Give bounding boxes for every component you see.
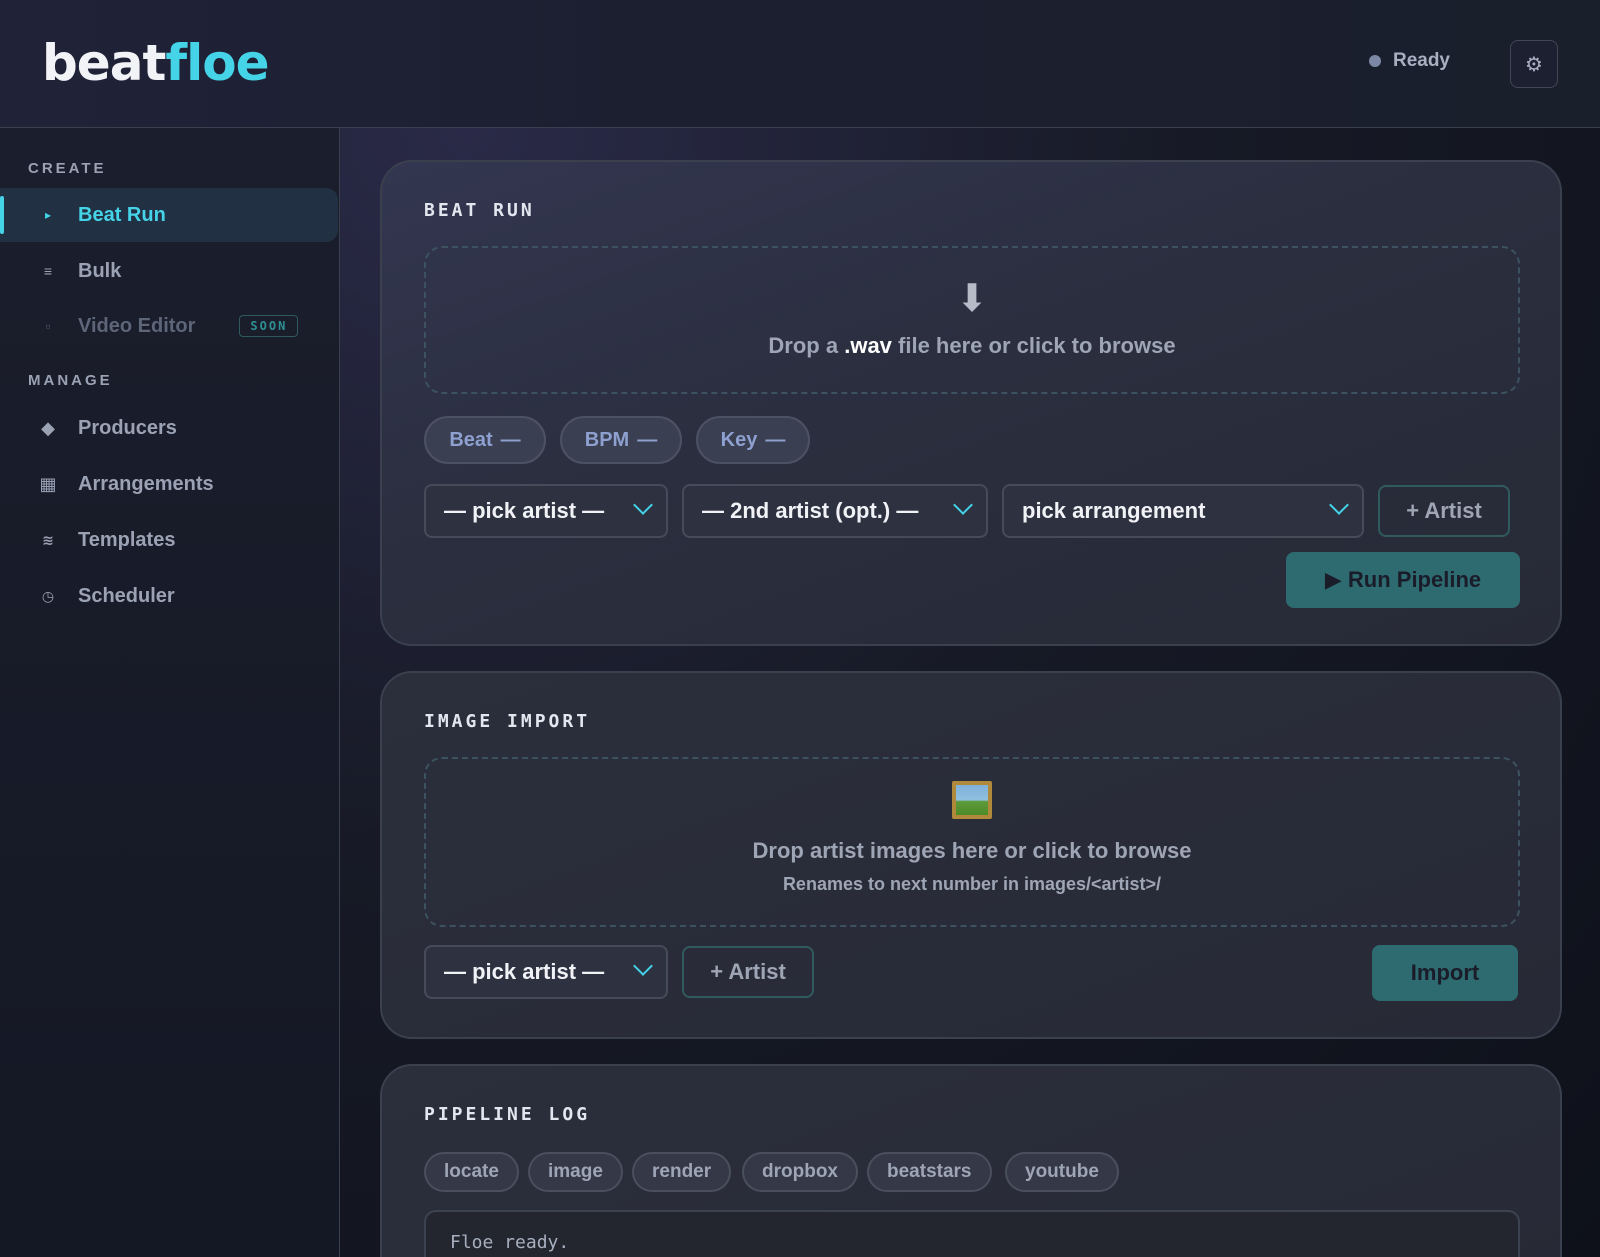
clock-icon: ◷: [41, 587, 55, 604]
list-icon: ≡: [43, 263, 53, 279]
sidebar-item-label: Video Editor: [78, 314, 196, 337]
arrangement-select[interactable]: pick arrangement: [1002, 484, 1364, 538]
sidebar-item-beat-run[interactable]: ▸ Beat Run: [0, 188, 338, 242]
sidebar: CREATE ▸ Beat Run ≡ Bulk ▫ Video Editor …: [0, 128, 340, 1257]
drop-text-ext: .wav: [844, 333, 892, 358]
pill-value: —: [500, 428, 521, 451]
sidebar-item-arrangements[interactable]: ▦ Arrangements: [0, 457, 338, 511]
chevron-down-icon: [1329, 495, 1349, 515]
drop-zone-text: Drop artist images here or click to brow…: [752, 838, 1192, 863]
sidebar-item-label: Scheduler: [78, 584, 175, 607]
play-icon: ▸: [44, 208, 52, 222]
soon-badge: SOON: [239, 315, 299, 337]
drop-zone-subtext: Renames to next number in images/<artist…: [782, 874, 1162, 894]
artist-select-value: — pick artist —: [444, 498, 605, 523]
pipeline-log-output[interactable]: Floe ready.: [424, 1210, 1520, 1257]
stage-chip-beatstars: beatstars: [867, 1152, 992, 1192]
wave-icon: ≋: [42, 531, 54, 548]
beat-run-card: BEAT RUN ⬇ Drop a .wav file here or clic…: [380, 160, 1562, 646]
stage-chip-image: image: [528, 1152, 623, 1192]
second-artist-select-value: — 2nd artist (opt.) —: [702, 498, 919, 523]
run-pipeline-button[interactable]: ▶ Run Pipeline: [1286, 552, 1520, 608]
gear-icon: ⚙: [1525, 53, 1543, 76]
import-artist-select[interactable]: — pick artist —: [424, 945, 668, 999]
framed-picture-icon: [952, 781, 992, 819]
pill-label: BPM: [584, 428, 630, 451]
sidebar-item-label: Bulk: [78, 259, 122, 282]
import-button[interactable]: Import: [1372, 945, 1518, 1001]
add-artist-button[interactable]: + Artist: [682, 946, 814, 998]
status-dot-icon: [1368, 55, 1381, 67]
chevron-down-icon: [633, 956, 653, 976]
main-content: BEAT RUN ⬇ Drop a .wav file here or clic…: [340, 128, 1600, 1257]
logo-part-beat: beat: [42, 34, 166, 92]
sidebar-item-label: Templates: [78, 528, 176, 551]
image-drop-zone[interactable]: Drop artist images here or click to brow…: [424, 757, 1520, 927]
logo-part-floe: floe: [165, 34, 269, 92]
card-title: PIPELINE LOG: [424, 1104, 591, 1125]
second-artist-select[interactable]: — 2nd artist (opt.) —: [682, 484, 988, 538]
pill-label: Beat: [449, 428, 493, 451]
app-logo[interactable]: beatfloe: [42, 34, 270, 92]
beat-info-pill: Beat —: [424, 416, 546, 464]
download-arrow-icon: ⬇: [956, 278, 988, 320]
arrangement-select-value: pick arrangement: [1022, 498, 1206, 523]
sidebar-item-scheduler[interactable]: ◷ Scheduler: [0, 569, 338, 623]
bpm-info-pill: BPM —: [560, 416, 682, 464]
drop-text-prefix: Drop a: [768, 333, 845, 358]
pill-value: —: [637, 428, 658, 451]
status-indicator: Ready: [1368, 50, 1450, 72]
sidebar-section-manage: MANAGE: [28, 372, 113, 389]
diamond-icon: ◆: [41, 417, 55, 438]
sidebar-item-bulk[interactable]: ≡ Bulk: [0, 244, 338, 298]
chevron-down-icon: [633, 495, 653, 515]
stage-chip-render: render: [632, 1152, 732, 1192]
drop-zone-text: Drop a .wav file here or click to browse: [426, 333, 1518, 359]
wav-drop-zone[interactable]: ⬇ Drop a .wav file here or click to brow…: [424, 246, 1520, 394]
sidebar-item-label: Producers: [78, 416, 177, 439]
stage-chip-youtube: youtube: [1005, 1152, 1119, 1192]
card-title: IMAGE IMPORT: [424, 711, 591, 732]
image-import-card: IMAGE IMPORT Drop artist images here or …: [380, 671, 1562, 1039]
pill-label: Key: [720, 428, 758, 451]
square-icon: ▫: [45, 318, 51, 334]
sidebar-item-label: Beat Run: [78, 203, 166, 226]
sidebar-section-create: CREATE: [28, 160, 107, 177]
pill-value: —: [765, 428, 786, 451]
stage-chip-dropbox: dropbox: [742, 1152, 858, 1192]
app-header: beatfloe Ready ⚙: [0, 0, 1600, 128]
sidebar-item-label: Arrangements: [78, 472, 214, 495]
key-info-pill: Key —: [696, 416, 810, 464]
log-line: Floe ready.: [450, 1232, 570, 1253]
drop-text-suffix: file here or click to browse: [891, 333, 1176, 358]
sidebar-item-video-editor: ▫ Video Editor SOON: [0, 299, 338, 353]
import-artist-select-value: — pick artist —: [444, 959, 605, 984]
add-artist-button[interactable]: + Artist: [1378, 485, 1510, 537]
pipeline-log-card: PIPELINE LOG locate image render dropbox…: [380, 1064, 1562, 1257]
chevron-down-icon: [953, 495, 973, 515]
settings-button[interactable]: ⚙: [1510, 40, 1558, 88]
grid-icon: ▦: [39, 473, 57, 494]
stage-chip-locate: locate: [424, 1152, 519, 1192]
status-label: Ready: [1392, 50, 1450, 71]
artist-select[interactable]: — pick artist —: [424, 484, 668, 538]
card-title: BEAT RUN: [424, 200, 535, 221]
sidebar-item-templates[interactable]: ≋ Templates: [0, 513, 338, 567]
sidebar-item-producers[interactable]: ◆ Producers: [0, 401, 338, 455]
